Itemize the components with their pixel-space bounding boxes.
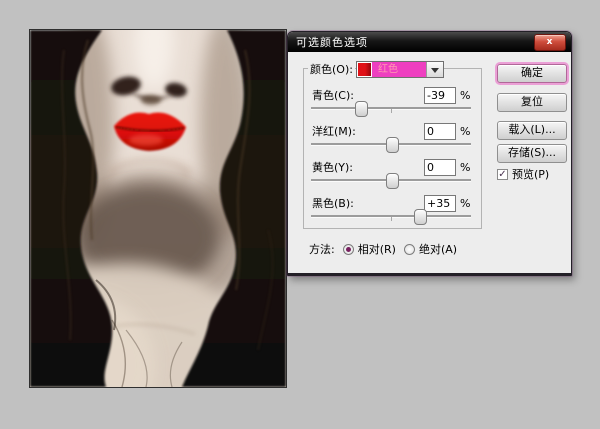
yellow-value-input[interactable] [424,159,456,176]
save-button[interactable]: 存储(S)... [497,144,567,163]
preview-checkbox-box[interactable]: ✓ [497,168,508,180]
selective-color-dialog: 可选颜色选项 x 颜色(O): 红色 青色(C): % 洋红(M): % [287,31,572,276]
ok-button[interactable]: 确定 [497,64,567,83]
black-value-input[interactable] [424,195,456,212]
yellow-label: 黄色(Y): [310,159,356,176]
magenta-label: 洋红(M): [310,123,358,140]
magenta-slider-thumb[interactable] [386,137,399,153]
radio-icon[interactable] [342,243,354,255]
percent-sign: % [460,125,471,138]
color-swatch [358,63,371,76]
yellow-slider-thumb[interactable] [386,173,399,189]
chevron-down-icon[interactable] [426,62,443,77]
magenta-slider-track[interactable] [311,137,471,153]
method-row: 方法: 相对(R) 绝对(A) [309,241,457,257]
portrait-photo [30,30,286,387]
yellow-slider-track[interactable] [311,173,471,189]
color-select-dropdown[interactable]: 红色 [356,61,444,78]
desktop: { "page": { "background": "#c1c1c1" }, "… [0,0,600,429]
cyan-value-input[interactable] [424,87,456,104]
load-button[interactable]: 载入(L)... [497,121,567,140]
black-label: 黑色(B): [310,195,356,212]
slider-center-tick [391,217,392,221]
slider-center-tick [391,109,392,113]
close-icon: x [546,37,554,47]
cyan-label: 青色(C): [310,87,356,104]
preview-label: 预览(P) [512,168,550,181]
cyan-slider-thumb[interactable] [354,101,368,117]
color-selected-value: 红色 [372,62,426,77]
percent-sign: % [460,89,471,102]
dialog-body: 颜色(O): 红色 青色(C): % 洋红(M): % 黄色(Y): [288,52,571,273]
method-absolute-radio[interactable]: 绝对(A) [403,241,458,257]
checkmark-icon: ✓ [498,168,507,180]
cyan-slider-track[interactable] [311,101,471,117]
magenta-value-input[interactable] [424,123,456,140]
black-slider-thumb[interactable] [414,209,427,225]
radio-icon[interactable] [403,243,415,255]
dialog-titlebar[interactable]: 可选颜色选项 x [288,32,571,52]
reset-button[interactable]: 复位 [497,93,567,112]
method-absolute-label: 绝对(A) [418,243,458,256]
dialog-title: 可选颜色选项 [296,36,368,49]
image-canvas[interactable] [29,29,287,388]
color-label: 颜色(O): [308,61,355,78]
preview-checkbox[interactable]: ✓ 预览(P) [497,166,549,182]
method-relative-radio[interactable]: 相对(R) [342,241,396,257]
method-label: 方法: [309,243,335,256]
black-row: 黑色(B): % [288,195,571,212]
percent-sign: % [460,197,471,210]
method-relative-label: 相对(R) [357,243,396,256]
black-slider-track[interactable] [311,209,471,225]
close-button[interactable]: x [534,34,566,51]
percent-sign: % [460,161,471,174]
